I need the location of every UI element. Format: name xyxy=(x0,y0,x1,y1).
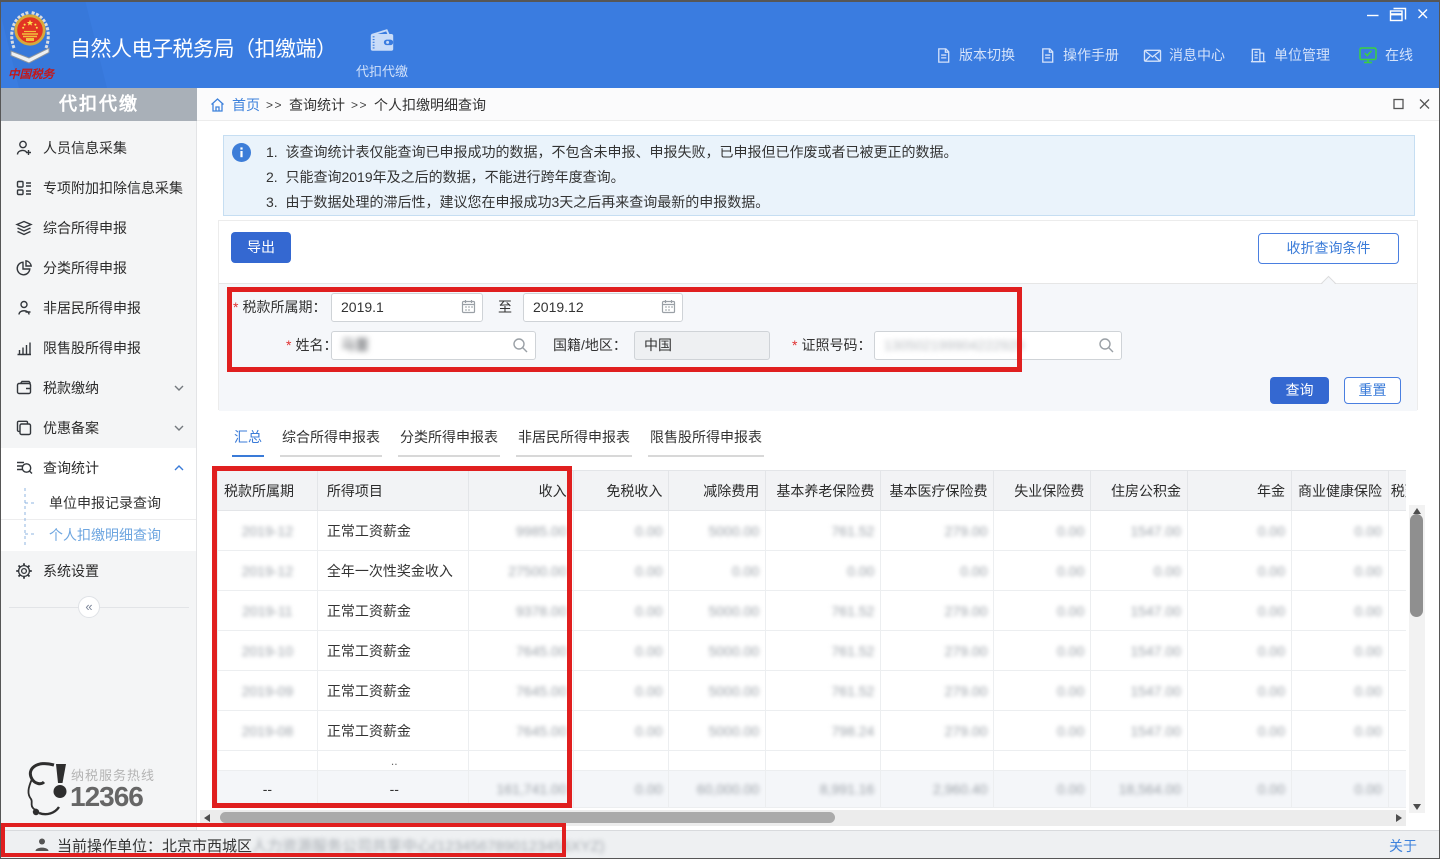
svg-text:中国税务: 中国税务 xyxy=(8,68,55,81)
